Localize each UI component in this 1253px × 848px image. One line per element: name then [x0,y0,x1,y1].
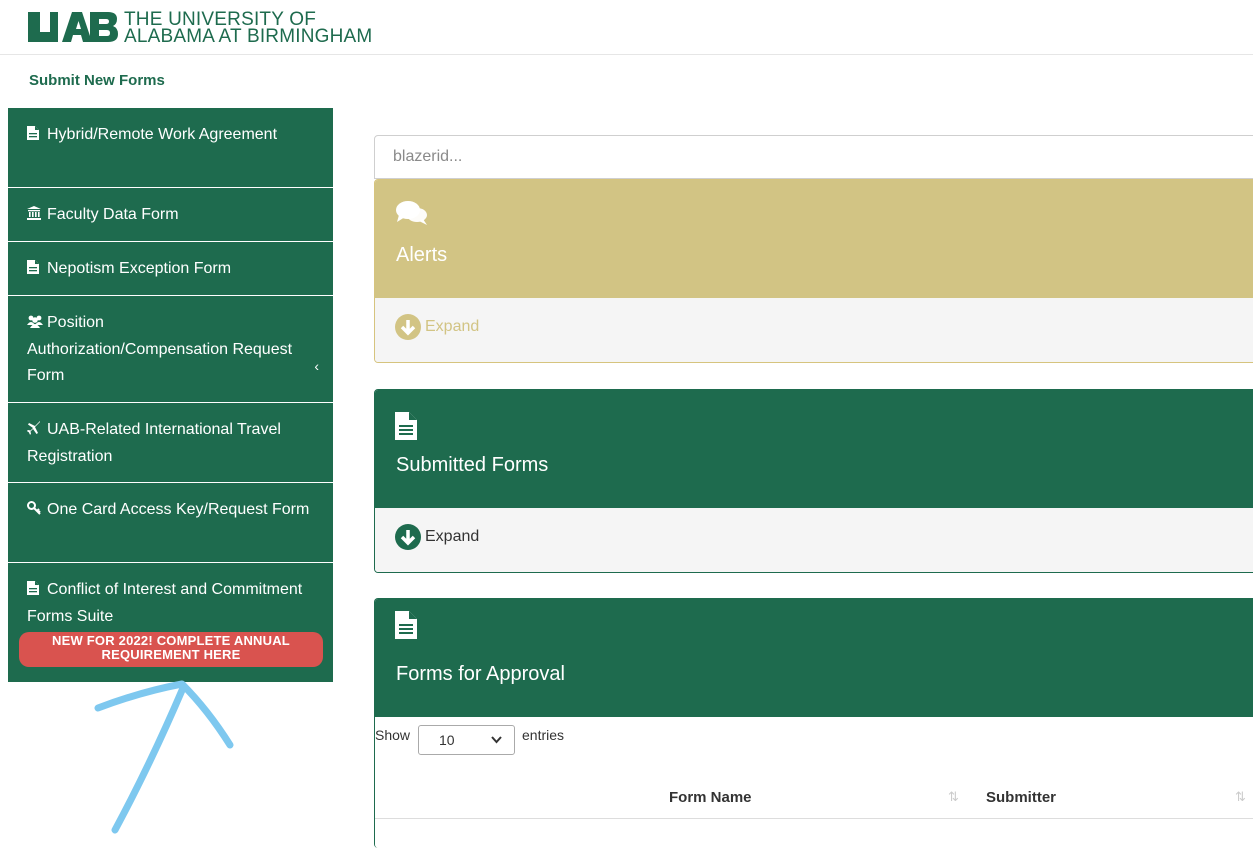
page-size-value: 10 [439,732,455,748]
sidebar-item-position-authorization[interactable]: Position Authorization/Compensation Requ… [8,296,333,403]
alerts-panel: Alerts Expand [374,179,1253,363]
sidebar-item-label: Hybrid/Remote Work Agreement [47,126,278,143]
submit-new-forms-title: Submit New Forms [29,72,165,89]
sidebar-item-conflict-of-interest[interactable]: Conflict of Interest and Commitment Form… [8,563,333,682]
page-size-select[interactable]: 10 [418,725,515,755]
uab-logo[interactable] [28,10,118,44]
sidebar-item-label: One Card Access Key/Request Form [47,501,310,518]
plane-icon [26,418,41,444]
entries-label: entries [522,727,565,743]
sidebar: Hybrid/Remote Work Agreement Faculty Dat… [8,108,333,682]
key-icon [27,498,41,524]
blazerid-search-input[interactable] [374,135,1253,179]
university-name: THE UNIVERSITY OF ALABAMA AT BIRMINGHAM [124,10,373,47]
document-icon [395,611,417,644]
forms-for-approval-panel-header: Forms for Approval [375,599,1253,717]
submitted-forms-panel-header: Submitted Forms [375,390,1253,508]
comments-icon [395,199,429,232]
column-header-form-name[interactable]: Form Name [669,789,752,806]
sidebar-item-hybrid-remote-work[interactable]: Hybrid/Remote Work Agreement [8,108,333,188]
university-name-line2: ALABAMA AT BIRMINGHAM [124,26,373,47]
sidebar-item-faculty-data[interactable]: Faculty Data Form [8,188,333,242]
hand-drawn-arrow-annotation [94,680,234,834]
submitted-forms-expand-button[interactable]: Expand [395,524,479,550]
expand-label: Expand [425,318,480,336]
chevron-left-icon[interactable]: ‹ [314,353,319,379]
sidebar-item-label: Nepotism Exception Form [47,260,232,277]
submitted-forms-title: Submitted Forms [396,454,549,476]
site-header: THE UNIVERSITY OF ALABAMA AT BIRMINGHAM [0,0,1253,55]
sort-icon[interactable]: ⇅ [1235,789,1246,805]
sidebar-item-label: Faculty Data Form [47,206,179,223]
forms-for-approval-title: Forms for Approval [396,663,565,685]
show-label: Show [375,727,411,743]
column-header-submitter[interactable]: Submitter [986,789,1056,806]
document-icon [27,578,41,604]
alerts-panel-header: Alerts [375,180,1253,298]
institution-icon [27,203,41,229]
sidebar-item-one-card-access[interactable]: One Card Access Key/Request Form [8,483,333,563]
forms-for-approval-table-area: Show 10 entries Form Name ⇅ Submitter ⇅ [375,717,1253,848]
document-icon [395,412,417,445]
table-header-divider [375,818,1253,819]
sidebar-item-label: Conflict of Interest and Commitment Form… [27,581,303,625]
expand-label: Expand [425,528,480,546]
sort-icon[interactable]: ⇅ [948,789,959,805]
sidebar-item-label: UAB-Related International Travel Registr… [27,421,281,465]
document-icon [27,257,41,283]
document-icon [27,123,41,149]
forms-for-approval-panel: Forms for Approval Show 10 entries Form … [374,598,1253,848]
alerts-panel-footer: Expand [375,298,1253,362]
sidebar-item-label: Position Authorization/Compensation Requ… [27,314,293,384]
sidebar-item-nepotism-exception[interactable]: Nepotism Exception Form [8,242,333,296]
new-requirement-badge[interactable]: NEW FOR 2022! COMPLETE ANNUAL REQUIREMEN… [19,632,323,667]
arrow-down-circle-icon [395,524,421,550]
alerts-title: Alerts [396,244,448,266]
submitted-forms-panel: Submitted Forms Expand [374,389,1253,573]
sidebar-item-international-travel[interactable]: UAB-Related International Travel Registr… [8,403,333,483]
alerts-expand-button[interactable]: Expand [395,314,479,340]
arrow-down-circle-icon [395,314,421,340]
chevron-down-icon [491,731,502,747]
submitted-forms-panel-footer: Expand [375,508,1253,572]
users-icon [27,311,43,337]
